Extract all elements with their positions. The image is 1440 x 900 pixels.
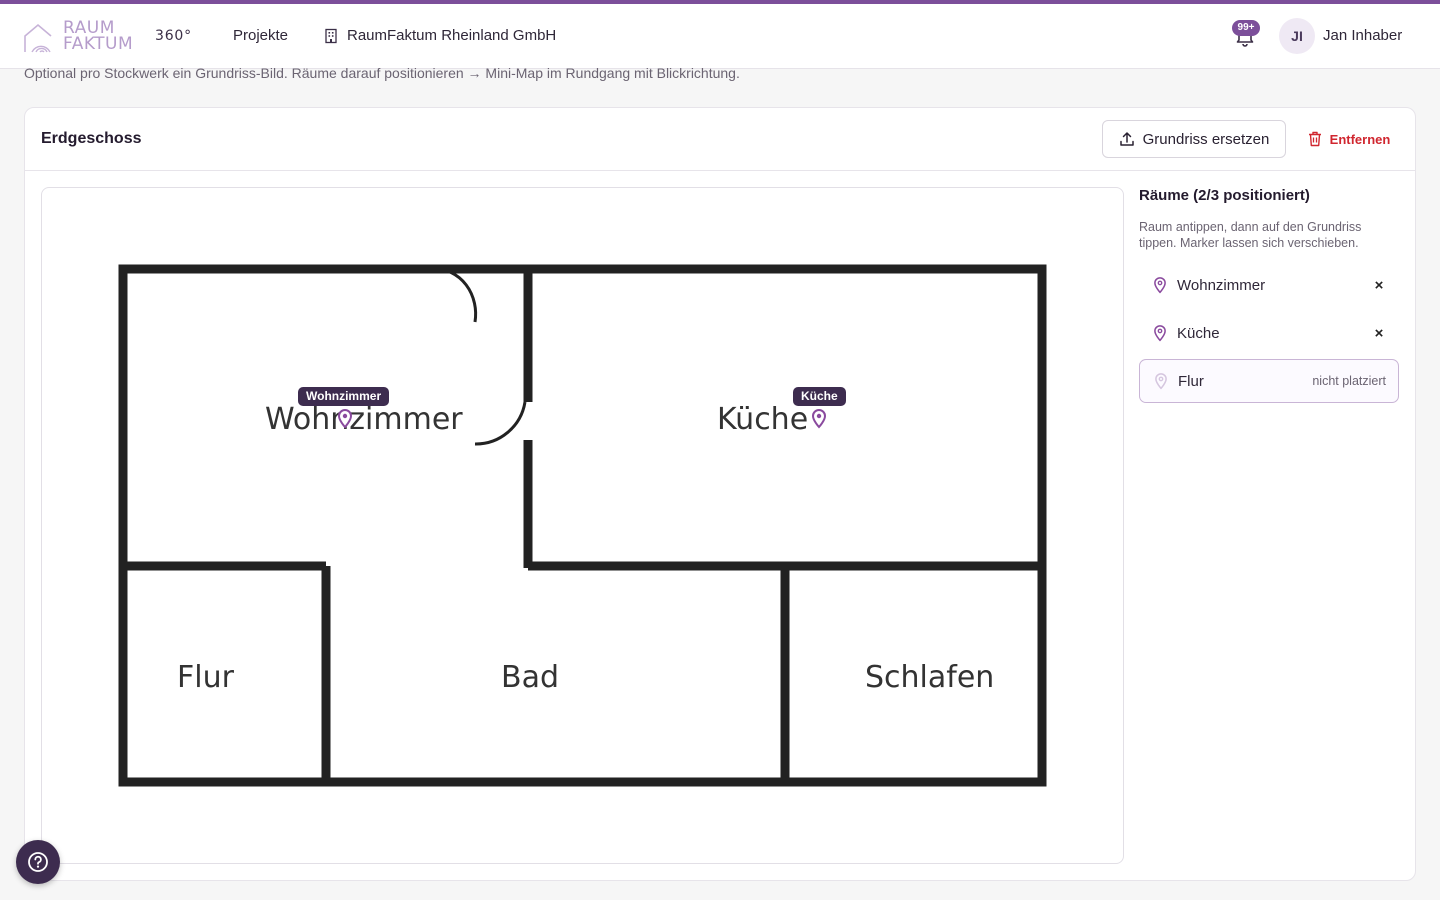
trash-icon bbox=[1308, 131, 1321, 147]
floor-card-header: Erdgeschoss Grundriss ersetzen Entfernen bbox=[25, 108, 1415, 171]
door-swing-middle bbox=[474, 401, 527, 446]
rooms-panel-hint: Raum antippen, dann auf den Grundriss ti… bbox=[1139, 220, 1362, 250]
floorplan-canvas[interactable]: Wohnzimmer Küche Flur Bad Schlafen Wohnz… bbox=[41, 187, 1124, 864]
room-item-status: nicht platziert bbox=[1312, 374, 1386, 388]
company-name: RaumFaktum Rheinland GmbH bbox=[347, 27, 557, 44]
map-pin-icon[interactable] bbox=[811, 409, 827, 429]
room-item-flur[interactable]: Flur nicht platziert bbox=[1139, 359, 1399, 403]
product-label: 360° bbox=[155, 28, 192, 44]
marker-tag-wohnzimmer[interactable]: Wohnzimmer bbox=[298, 387, 390, 406]
plan-label-bad: Bad bbox=[501, 660, 560, 695]
rooms-panel: Räume (2/3 positioniert) Raum antippen, … bbox=[1139, 187, 1401, 403]
notification-badge: 99+ bbox=[1232, 20, 1260, 36]
outer-walls bbox=[118, 264, 1047, 787]
avatar[interactable]: JI bbox=[1279, 18, 1315, 54]
upload-icon bbox=[1119, 132, 1134, 146]
remove-floorplan-label: Entfernen bbox=[1329, 131, 1391, 147]
help-button[interactable] bbox=[16, 840, 60, 884]
logo-house-icon bbox=[24, 23, 52, 53]
remove-marker-button[interactable]: × bbox=[1371, 325, 1387, 342]
map-pin-icon bbox=[1155, 372, 1167, 389]
map-pin-icon[interactable] bbox=[337, 409, 353, 429]
room-item-name: Flur bbox=[1178, 372, 1204, 390]
floor-title: Erdgeschoss bbox=[41, 130, 142, 147]
room-item-wohnzimmer[interactable]: Wohnzimmer × bbox=[1139, 263, 1399, 307]
room-item-name: Wohnzimmer bbox=[1177, 276, 1266, 294]
marker-tag-kueche[interactable]: Küche bbox=[793, 387, 846, 406]
room-item-kueche[interactable]: Küche × bbox=[1139, 311, 1399, 355]
user-name[interactable]: Jan Inhaber bbox=[1323, 27, 1402, 44]
room-item-name: Küche bbox=[1177, 324, 1220, 342]
help-icon bbox=[28, 852, 48, 872]
company-switcher[interactable]: RaumFaktum Rheinland GmbH bbox=[323, 27, 556, 44]
floorplan-drawing bbox=[118, 264, 1047, 787]
logo-text: RAUM FAKTUM bbox=[63, 20, 134, 54]
nav-projects-link[interactable]: Projekte bbox=[233, 27, 288, 44]
logo-line-2: FAKTUM bbox=[63, 34, 134, 54]
replace-floorplan-label: Grundriss ersetzen bbox=[1142, 130, 1270, 148]
plan-label-wohnzimmer: Wohnzimmer bbox=[265, 402, 463, 437]
rooms-panel-title: Räume (2/3 positioniert) bbox=[1139, 187, 1310, 204]
floor-card: Erdgeschoss Grundriss ersetzen Entfernen bbox=[24, 107, 1416, 881]
door-swing-top bbox=[434, 267, 478, 323]
top-navbar: RAUM FAKTUM 360° Projekte RaumFaktum Rhe… bbox=[0, 4, 1440, 69]
plan-label-schlafen: Schlafen bbox=[865, 660, 995, 695]
map-pin-icon bbox=[1154, 324, 1166, 341]
remove-marker-button[interactable]: × bbox=[1371, 277, 1387, 294]
plan-label-kueche: Küche bbox=[717, 402, 809, 437]
building-icon bbox=[325, 28, 337, 43]
map-pin-icon bbox=[1154, 276, 1166, 293]
replace-floorplan-button[interactable]: Grundriss ersetzen bbox=[1102, 120, 1286, 158]
page-subtitle: Optional pro Stockwerk ein Grundriss-Bil… bbox=[24, 65, 740, 81]
remove-floorplan-button[interactable]: Entfernen bbox=[1304, 120, 1394, 158]
plan-label-flur: Flur bbox=[177, 660, 234, 695]
brand-logo[interactable]: RAUM FAKTUM bbox=[22, 20, 142, 54]
